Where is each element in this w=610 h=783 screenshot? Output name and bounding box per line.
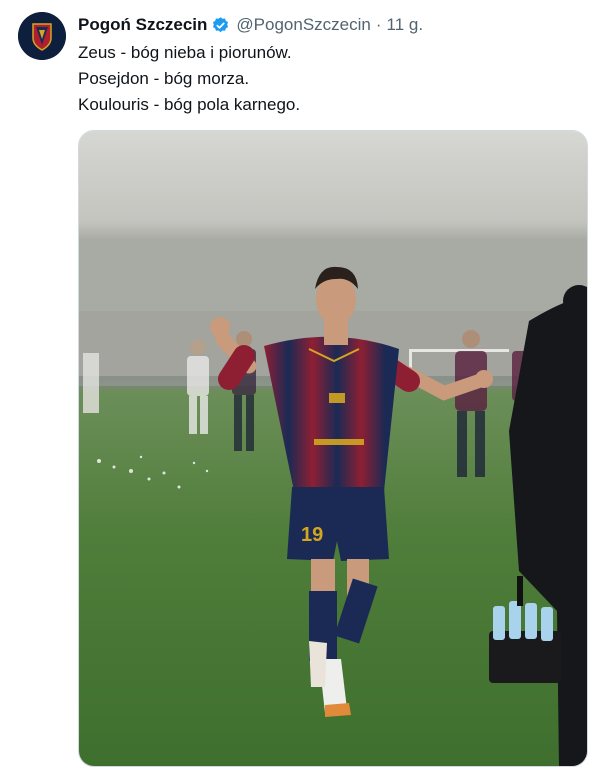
- tweet-text: Zeus - bóg nieba i piorunów. Posejdon - …: [78, 40, 300, 118]
- tweet-photo[interactable]: 19: [78, 130, 588, 767]
- avatar[interactable]: [18, 12, 66, 60]
- account-handle[interactable]: @PogonSzczecin: [236, 15, 370, 35]
- tweet-line: Koulouris - bóg pola karnego.: [78, 95, 301, 114]
- shorts-number: 19: [301, 524, 323, 546]
- club-crest-icon: [18, 12, 66, 60]
- account-name[interactable]: Pogoń Szczecin: [78, 15, 207, 35]
- football-player-photo: 19: [79, 131, 587, 766]
- tweet-header: Pogoń Szczecin @PogonSzczecin · 11 g.: [78, 14, 423, 36]
- verified-badge-icon: [211, 16, 230, 35]
- tweet-line: Zeus - bóg nieba i piorunów.: [78, 43, 292, 62]
- tweet-timestamp[interactable]: 11 g.: [387, 15, 424, 35]
- separator-dot: ·: [375, 15, 382, 34]
- tweet-line: Posejdon - bóg morza.: [78, 69, 250, 88]
